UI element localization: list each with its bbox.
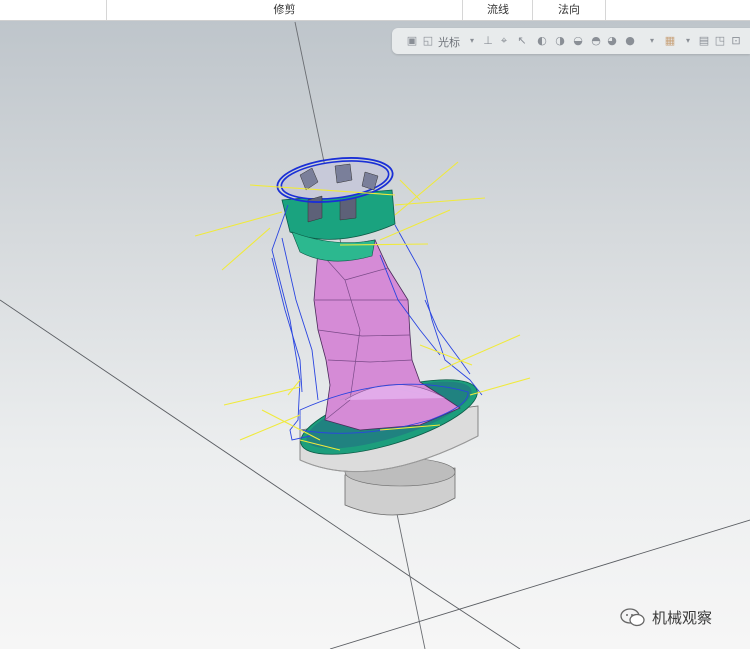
graphics-viewport[interactable]: 修剪 流线 法向 ▣ ◱ 光标 ▾ ⊥ ⌖ ↖ ◐ ◑ ◒ ◓ ◕ ● ▾ ▦ … xyxy=(0,0,750,649)
watermark-text: 机械观察 xyxy=(652,608,713,627)
axis-line-y xyxy=(329,519,750,649)
watermark: 机械观察 xyxy=(620,606,712,628)
axis-line-x2 xyxy=(429,589,521,649)
wechat-icon xyxy=(620,608,645,627)
body-shank xyxy=(313,239,461,431)
model-scene[interactable] xyxy=(0,0,750,649)
